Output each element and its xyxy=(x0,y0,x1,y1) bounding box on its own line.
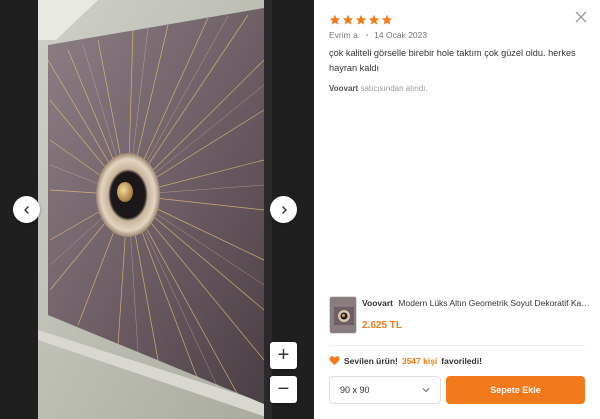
product-card[interactable]: Voovart Modern Lüks Altın Geometrik Soyu… xyxy=(329,296,591,338)
chevron-right-icon xyxy=(281,205,287,214)
seller-line: Voovart satıcısından alındı. xyxy=(329,84,428,93)
canvas-artwork-image xyxy=(38,0,272,419)
product-title[interactable]: Voovart Modern Lüks Altın Geometrik Soyu… xyxy=(362,298,590,308)
size-select[interactable]: 90 x 90 xyxy=(329,376,441,404)
heart-icon xyxy=(329,356,340,366)
chevron-left-icon xyxy=(23,205,29,214)
review-photo xyxy=(38,0,272,419)
add-to-cart-button[interactable]: Sepete Ekle xyxy=(446,376,585,404)
selected-size: 90 x 90 xyxy=(340,385,370,395)
star-icon xyxy=(329,14,341,25)
review-author: Evrim a. xyxy=(329,30,361,40)
separator-dot xyxy=(366,34,369,36)
favorite-info: Sevilen ürün! 3547 kişi favoriledi! xyxy=(329,355,482,366)
product-price: 2.625 TL xyxy=(362,320,403,331)
favorite-prefix: Sevilen ürün! xyxy=(344,355,398,366)
rating-stars xyxy=(329,14,393,26)
seller-name[interactable]: Voovart xyxy=(329,84,358,93)
zoom-in-button[interactable]: + xyxy=(270,342,297,369)
close-icon[interactable] xyxy=(574,10,588,24)
divider xyxy=(329,345,585,346)
favorite-suffix: favoriledi! xyxy=(441,355,482,366)
star-icon xyxy=(355,14,367,25)
previous-image-button[interactable] xyxy=(13,196,40,223)
chevron-down-icon xyxy=(422,388,430,393)
favorite-count: 3547 kişi xyxy=(401,355,438,366)
next-image-button[interactable] xyxy=(270,196,297,223)
star-icon xyxy=(342,14,354,25)
seller-suffix: satıcısından alındı. xyxy=(360,84,428,93)
review-date: 14 Ocak 2023 xyxy=(374,30,428,40)
product-thumbnail-image xyxy=(330,297,356,333)
zoom-out-button[interactable]: − xyxy=(270,376,297,403)
star-icon xyxy=(381,14,393,25)
star-icon xyxy=(368,14,380,25)
product-name: Modern Lüks Altın Geometrik Soyut Dekora… xyxy=(398,298,590,308)
review-meta: Evrim a. 14 Ocak 2023 xyxy=(329,30,427,40)
image-gallery: + − xyxy=(0,0,314,419)
product-thumbnail[interactable] xyxy=(329,296,357,334)
review-text: çok kaliteli görselle birebir hole taktı… xyxy=(329,48,576,73)
product-brand: Voovart xyxy=(362,298,394,308)
review-detail-panel: Evrim a. 14 Ocak 2023 çok kaliteli görse… xyxy=(314,0,600,419)
